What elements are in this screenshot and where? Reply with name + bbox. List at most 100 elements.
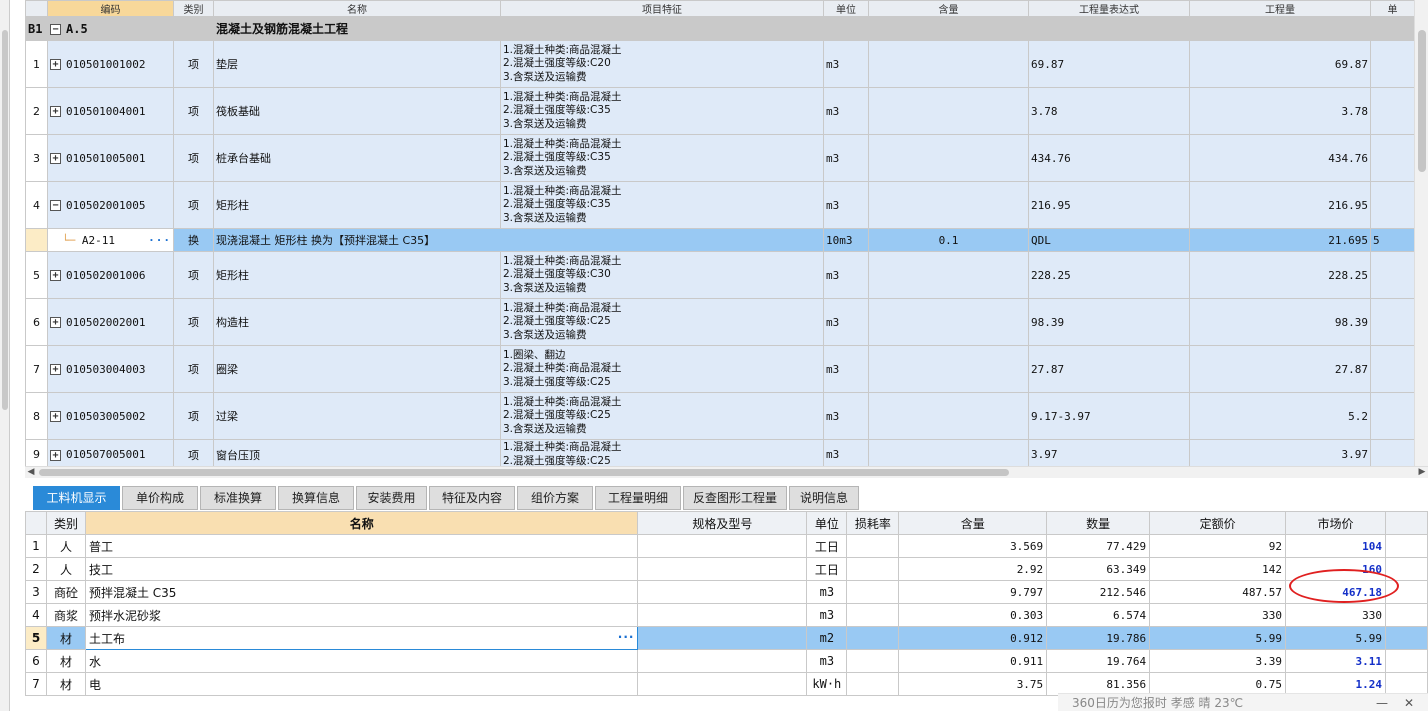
sub-qty-expr[interactable]: QDL	[1028, 228, 1190, 252]
item-qty-expr[interactable]: 3.78	[1028, 87, 1190, 135]
resource-row[interactable]: 2 人技工 工日 2.92 63.349 142 160	[25, 557, 1428, 581]
item-features[interactable]: 1.混凝土种类:商品混凝土 2.混凝土强度等级:C30 3.含泵送及运输费	[500, 251, 824, 299]
expand-icon[interactable]: +	[50, 270, 61, 281]
bill-item-row[interactable]: 2 +010501004001 项筏板基础 1.混凝土种类:商品混凝土 2.混凝土强度等…	[25, 87, 1415, 135]
bill-item-row[interactable]: 1 +010501001002 项垫层 1.混凝土种类:商品混凝土 2.混凝土强度等级:…	[25, 40, 1415, 88]
resource-header-5[interactable]: 损耗率	[846, 511, 900, 535]
tab-6[interactable]: 组价方案	[517, 486, 593, 510]
expand-icon[interactable]: +	[50, 153, 61, 164]
header-col-8[interactable]: 单	[1370, 0, 1415, 17]
resource-spec[interactable]	[637, 534, 808, 558]
resource-header-8[interactable]: 定额价	[1149, 511, 1287, 535]
item-qty-expr[interactable]: 27.87	[1028, 345, 1190, 393]
item-features[interactable]: 1.混凝土种类:商品混凝土 2.混凝土强度等级:C35 3.含泵送及运输费	[500, 87, 824, 135]
resource-name[interactable]: 技工	[84, 557, 639, 581]
resource-content[interactable]: 9.797	[898, 580, 1048, 604]
resource-loss[interactable]	[846, 534, 900, 558]
item-name[interactable]: 桩承台基础	[213, 134, 501, 182]
item-qty-expr[interactable]: 434.76	[1028, 134, 1190, 182]
resource-loss[interactable]	[846, 557, 900, 581]
tab-1[interactable]: 单价构成	[122, 486, 198, 510]
item-name[interactable]: 矩形柱	[213, 181, 501, 229]
header-col-2[interactable]: 名称	[213, 0, 501, 17]
item-name[interactable]: 圈梁	[213, 345, 501, 393]
resource-header-0[interactable]	[25, 511, 47, 535]
tab-2[interactable]: 标准换算	[200, 486, 276, 510]
header-col-6[interactable]: 工程量表达式	[1028, 0, 1190, 17]
resource-name[interactable]: 电	[84, 672, 639, 696]
resource-loss[interactable]	[846, 649, 900, 673]
resource-row[interactable]: 1 人普工 工日 3.569 77.429 92 104	[25, 534, 1428, 558]
collapse-icon[interactable]: −	[50, 23, 61, 35]
resource-name[interactable]: 预拌混凝土 C35	[84, 580, 639, 604]
resource-header-9[interactable]: 市场价	[1285, 511, 1386, 535]
item-name[interactable]: 矩形柱	[213, 251, 501, 299]
item-features[interactable]: 1.混凝土种类:商品混凝土 2.混凝土强度等级:C25 3.含泵送及运输费	[500, 298, 824, 346]
resource-market-price[interactable]: 330	[1285, 603, 1386, 627]
resource-content[interactable]: 3.569	[898, 534, 1048, 558]
header-col-3[interactable]: 项目特征	[500, 0, 824, 17]
header-col-5[interactable]: 含量	[868, 0, 1029, 17]
item-features[interactable]: 1.混凝土种类:商品混凝土 2.混凝土强度等级:C35 3.含泵送及运输费	[500, 181, 824, 229]
resource-spec[interactable]	[637, 649, 808, 673]
upper-vscroll-thumb[interactable]	[1418, 30, 1426, 172]
resource-content[interactable]: 0.911	[898, 649, 1048, 673]
resource-row[interactable]: 6 材水 m3 0.911 19.764 3.39 3.11	[25, 649, 1428, 673]
item-name[interactable]: 垫层	[213, 40, 501, 88]
item-features[interactable]: 1.混凝土种类:商品混凝土 2.混凝土强度等级:C25	[500, 439, 824, 470]
resource-spec[interactable]	[637, 672, 808, 696]
resource-loss[interactable]	[846, 603, 900, 627]
resource-name[interactable]: 土工布 ···	[84, 626, 639, 650]
scroll-left-arrow-icon[interactable]: ◀	[25, 467, 37, 477]
item-name[interactable]: 窗台压顶	[213, 439, 501, 470]
tab-4[interactable]: 安装费用	[356, 486, 427, 510]
resource-name[interactable]: 预拌水泥砂浆	[84, 603, 639, 627]
tab-3[interactable]: 换算信息	[278, 486, 354, 510]
resource-content[interactable]: 3.75	[898, 672, 1048, 696]
upper-hscroll-thumb[interactable]	[39, 469, 1009, 476]
resource-category[interactable]: 商浆	[45, 603, 86, 627]
resource-name[interactable]: 水	[84, 649, 639, 673]
bill-item-row[interactable]: 9 +010507005001 项窗台压顶 1.混凝土种类:商品混凝土 2.混凝土强度等…	[25, 439, 1415, 470]
tab-0[interactable]: 工料机显示	[33, 486, 120, 510]
tab-8[interactable]: 反查图形工程量	[683, 486, 787, 510]
expand-icon[interactable]: +	[50, 106, 61, 117]
resource-content[interactable]: 0.912	[898, 626, 1048, 650]
bill-item-row[interactable]: 7 +010503004003 项圈梁 1.圈梁、翻边 2.混凝土种类:商品混凝土 3.混…	[25, 345, 1415, 393]
expand-icon[interactable]: +	[50, 449, 61, 461]
tab-7[interactable]: 工程量明细	[595, 486, 681, 510]
item-name[interactable]: 过梁	[213, 392, 501, 440]
item-features[interactable]: 1.圈梁、翻边 2.混凝土种类:商品混凝土 3.混凝土强度等级:C25	[500, 345, 824, 393]
header-col-1[interactable]: 类别	[173, 0, 214, 17]
header-col-7[interactable]: 工程量	[1189, 0, 1371, 17]
item-qty-expr[interactable]: 9.17-3.97	[1028, 392, 1190, 440]
resource-loss[interactable]	[846, 672, 900, 696]
expand-icon[interactable]: +	[50, 411, 61, 422]
item-features[interactable]: 1.混凝土种类:商品混凝土 2.混凝土强度等级:C25 3.含泵送及运输费	[500, 392, 824, 440]
resource-category[interactable]: 商砼	[45, 580, 86, 604]
resource-header-7[interactable]: 数量	[1046, 511, 1151, 535]
chapter-row[interactable]: B1− A.5 混凝土及钢筋混凝土工程	[25, 16, 1415, 41]
resource-spec[interactable]	[637, 626, 808, 650]
resource-market-price[interactable]: 467.18	[1285, 580, 1386, 604]
resource-spec[interactable]	[637, 580, 808, 604]
resource-category[interactable]: 材	[45, 672, 86, 696]
sub-content[interactable]: 0.1	[868, 228, 1029, 252]
expand-icon[interactable]: +	[50, 59, 61, 70]
tab-5[interactable]: 特征及内容	[429, 486, 515, 510]
left-scroll-thumb[interactable]	[2, 30, 8, 410]
resource-spec[interactable]	[637, 603, 808, 627]
tab-9[interactable]: 说明信息	[789, 486, 859, 510]
expand-icon[interactable]: +	[50, 364, 61, 375]
resource-market-price[interactable]: 3.11	[1285, 649, 1386, 673]
collapse-icon[interactable]: −	[50, 200, 61, 211]
resource-category[interactable]: 材	[45, 626, 86, 650]
item-name[interactable]: 构造柱	[213, 298, 501, 346]
resource-category[interactable]: 人	[45, 557, 86, 581]
item-name[interactable]: 筏板基础	[213, 87, 501, 135]
resource-header-2[interactable]: 名称	[84, 511, 639, 535]
resource-row[interactable]: 4 商浆 预拌水泥砂浆 m3 0.303 6.574 330 330	[25, 603, 1428, 627]
upper-vertical-scrollbar[interactable]	[1414, 0, 1428, 466]
resource-row[interactable]: 5 材土工布 ··· m2 0.912 19.786 5.99 5.99	[25, 626, 1428, 650]
bill-item-row[interactable]: 8 +010503005002 项过梁 1.混凝土种类:商品混凝土 2.混凝土强度等级:…	[25, 392, 1415, 440]
